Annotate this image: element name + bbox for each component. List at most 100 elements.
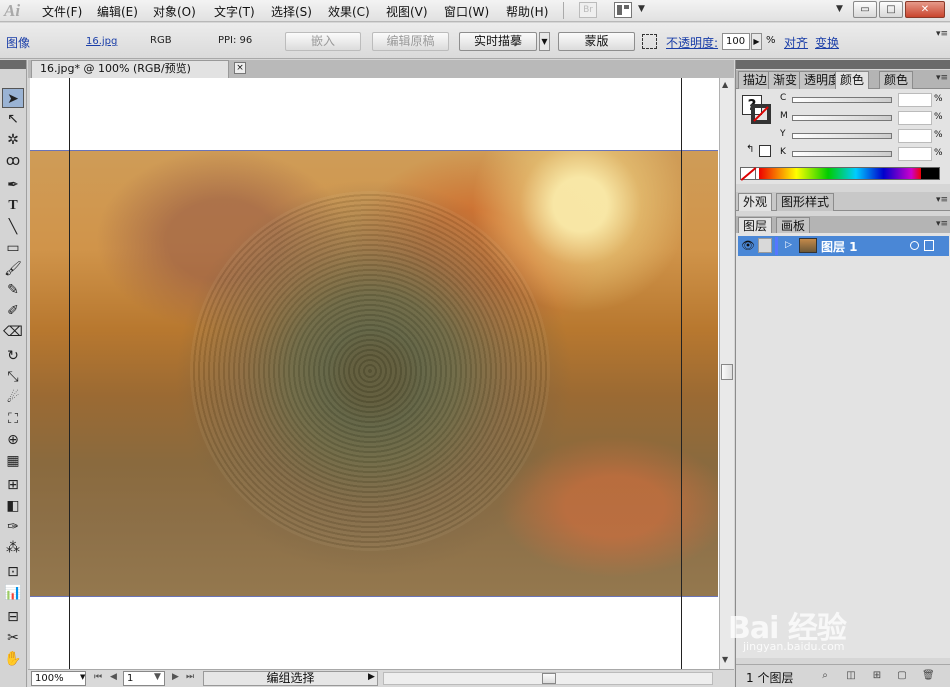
- next-artboard-icon[interactable]: ▶: [172, 672, 179, 682]
- bridge-icon[interactable]: Br: [579, 2, 597, 18]
- cyan-slider[interactable]: [792, 97, 892, 103]
- paintbrush-tool-icon[interactable]: 🖌: [2, 259, 24, 279]
- magenta-slider[interactable]: [792, 115, 892, 121]
- scroll-down-icon[interactable]: ▼: [722, 655, 728, 664]
- close-document-icon[interactable]: ×: [234, 62, 246, 74]
- stroke-swatch-none-icon[interactable]: [751, 104, 771, 124]
- slice-tool-icon[interactable]: ✂: [2, 628, 24, 648]
- scale-tool-icon[interactable]: ⤡: [2, 367, 24, 387]
- toolbox-grip[interactable]: [0, 60, 26, 69]
- magic-wand-tool-icon[interactable]: ✲: [2, 130, 24, 150]
- tab-gradient[interactable]: 渐变: [768, 71, 803, 89]
- make-clipping-mask-icon[interactable]: ◫: [845, 670, 857, 681]
- eraser-tool-icon[interactable]: ⌫: [2, 322, 24, 342]
- menu-type[interactable]: 文字(T): [214, 3, 255, 20]
- control-bar-menu-icon[interactable]: ▾≡: [936, 29, 948, 39]
- opacity-dropdown-icon[interactable]: ▶: [751, 33, 762, 50]
- free-transform-tool-icon[interactable]: ⛶: [2, 409, 24, 429]
- mesh-tool-icon[interactable]: ⊞: [2, 475, 24, 495]
- tab-color[interactable]: 颜色: [835, 71, 870, 89]
- expand-layer-icon[interactable]: ▷: [785, 240, 792, 250]
- column-graph-tool-icon[interactable]: 📊: [2, 583, 24, 603]
- perspective-grid-tool-icon[interactable]: ▦: [2, 451, 24, 471]
- menu-object[interactable]: 对象(O): [153, 3, 196, 20]
- menu-edit[interactable]: 编辑(E): [97, 3, 138, 20]
- workspace-icon[interactable]: [614, 2, 632, 18]
- eyedropper-tool-icon[interactable]: ✑: [2, 517, 24, 537]
- selection-tool-icon[interactable]: ➤: [2, 88, 24, 108]
- current-tool-status[interactable]: 编组选择: [203, 671, 378, 686]
- live-trace-dropdown-icon[interactable]: ▼: [539, 32, 550, 51]
- black-slider[interactable]: [792, 151, 892, 157]
- first-artboard-icon[interactable]: ⏮: [94, 672, 102, 682]
- mask-button[interactable]: 蒙版: [558, 32, 635, 51]
- delete-layer-icon[interactable]: 🗑: [922, 670, 935, 681]
- tab-color-guide[interactable]: 颜色: [879, 71, 914, 89]
- artboard-dropdown-icon[interactable]: ▼: [154, 672, 161, 682]
- direct-selection-tool-icon[interactable]: ↖: [2, 109, 24, 129]
- lasso-tool-icon[interactable]: ꝏ: [2, 151, 24, 171]
- menu-file[interactable]: 文件(F): [42, 3, 82, 20]
- embed-button[interactable]: 嵌入: [285, 32, 361, 51]
- workspace-dropdown-icon[interactable]: ▼: [638, 4, 645, 14]
- layer-row[interactable]: 👁 ▷ 图层 1: [738, 236, 949, 256]
- panel-dock-grip[interactable]: [736, 60, 950, 69]
- transform-link[interactable]: 变换: [815, 34, 839, 51]
- new-layer-icon[interactable]: ▢: [896, 670, 908, 681]
- yellow-value-field[interactable]: [898, 129, 932, 143]
- cyan-value-field[interactable]: [898, 93, 932, 107]
- new-sublayer-icon[interactable]: ⊞: [871, 670, 883, 681]
- minimize-button[interactable]: ▭: [853, 1, 877, 18]
- rotate-tool-icon[interactable]: ↻: [2, 346, 24, 366]
- line-tool-icon[interactable]: ╲: [2, 217, 24, 237]
- object-type-label[interactable]: 图像: [6, 34, 30, 51]
- opacity-label[interactable]: 不透明度:: [666, 34, 718, 51]
- tab-graphic-styles[interactable]: 图形样式: [776, 193, 835, 211]
- vertical-scrollbar[interactable]: ▲ ▼: [719, 78, 734, 669]
- lock-toggle[interactable]: [758, 238, 772, 253]
- align-link[interactable]: 对齐: [784, 34, 808, 51]
- visibility-eye-icon[interactable]: 👁: [741, 239, 755, 252]
- placed-image[interactable]: [30, 150, 718, 597]
- default-colors-icon[interactable]: ↰: [746, 144, 754, 155]
- blob-brush-tool-icon[interactable]: ✐: [2, 301, 24, 321]
- blend-tool-icon[interactable]: ⁂: [2, 538, 24, 558]
- hand-tool-icon[interactable]: ✋: [2, 649, 24, 669]
- vertical-scroll-thumb[interactable]: [721, 364, 733, 380]
- close-window-button[interactable]: ✕: [905, 1, 945, 18]
- warp-tool-icon[interactable]: ☄: [2, 388, 24, 408]
- menu-view[interactable]: 视图(V): [386, 3, 428, 20]
- artboard-tool-icon[interactable]: ⊟: [2, 607, 24, 627]
- layer-name[interactable]: 图层 1: [821, 238, 858, 255]
- last-color-swatch[interactable]: [759, 145, 771, 157]
- horizontal-scroll-thumb[interactable]: [542, 673, 556, 684]
- last-artboard-icon[interactable]: ⏭: [186, 672, 194, 682]
- opacity-input[interactable]: 100: [722, 33, 750, 50]
- rectangle-tool-icon[interactable]: ▭: [2, 238, 24, 258]
- edit-original-button[interactable]: 编辑原稿: [372, 32, 449, 51]
- type-tool-icon[interactable]: T: [2, 196, 24, 216]
- live-trace-button[interactable]: 实时描摹: [459, 32, 537, 51]
- symbol-sprayer-tool-icon[interactable]: ⊡: [2, 562, 24, 582]
- selection-indicator[interactable]: [924, 240, 934, 251]
- horizontal-scrollbar[interactable]: [383, 672, 713, 685]
- document-tab[interactable]: 16.jpg* @ 100% (RGB/预览): [31, 60, 229, 78]
- canvas[interactable]: [30, 78, 719, 669]
- tab-stroke[interactable]: 描边: [738, 71, 773, 89]
- zoom-dropdown-icon[interactable]: ▼: [80, 673, 85, 681]
- black-value-field[interactable]: [898, 147, 932, 161]
- menu-help[interactable]: 帮助(H): [506, 3, 548, 20]
- tab-appearance[interactable]: 外观: [738, 193, 773, 211]
- linked-filename[interactable]: 16.jpg: [86, 36, 117, 47]
- previous-artboard-icon[interactable]: ◀: [110, 672, 117, 682]
- zoom-level-field[interactable]: 100%: [31, 671, 86, 686]
- menu-effect[interactable]: 效果(C): [328, 3, 370, 20]
- workspace-switcher-dropdown-icon[interactable]: ▼: [836, 4, 843, 14]
- maximize-button[interactable]: □: [879, 1, 903, 18]
- appearance-panel-menu-icon[interactable]: ▾≡: [936, 195, 948, 205]
- color-spectrum-bar[interactable]: [740, 167, 940, 180]
- color-panel-menu-icon[interactable]: ▾≡: [936, 73, 948, 83]
- none-color-icon[interactable]: [740, 167, 756, 180]
- layers-panel-menu-icon[interactable]: ▾≡: [936, 219, 948, 229]
- status-menu-icon[interactable]: ▶: [368, 672, 375, 682]
